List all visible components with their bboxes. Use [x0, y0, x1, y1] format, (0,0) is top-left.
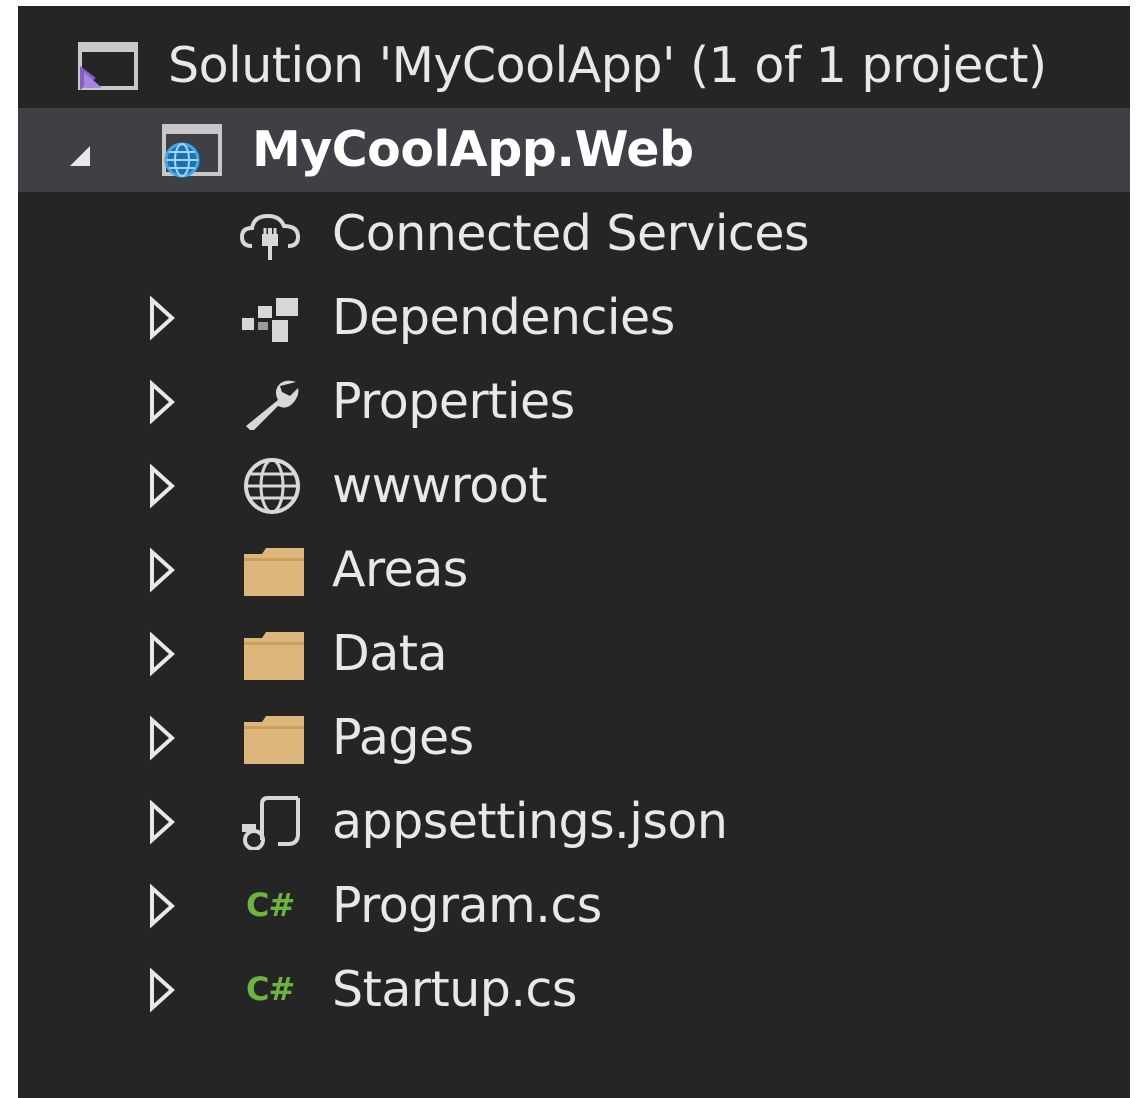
json-file-icon: [238, 794, 306, 850]
expand-arrow-icon[interactable]: [146, 948, 186, 1032]
globe-icon: [238, 458, 306, 514]
tree-item-label: Areas: [332, 541, 468, 598]
collapse-arrow-icon[interactable]: [62, 108, 102, 192]
visual-studio-solution-icon: [74, 38, 142, 94]
tree-item-label: Dependencies: [332, 289, 675, 346]
csharp-file-icon: C#: [246, 878, 314, 934]
expand-arrow-icon[interactable]: [146, 444, 186, 528]
tree-item-startup-cs[interactable]: C# Startup.cs: [18, 948, 1130, 1032]
tree-item-label: Pages: [332, 709, 474, 766]
expand-arrow-icon[interactable]: [146, 612, 186, 696]
csharp-badge: C#: [246, 886, 295, 924]
expand-arrow-icon[interactable]: [146, 528, 186, 612]
tree-item-properties[interactable]: Properties: [18, 360, 1130, 444]
tree-item-appsettings-json[interactable]: appsettings.json: [18, 780, 1130, 864]
dependencies-icon: [238, 290, 306, 346]
tree-item-areas[interactable]: Areas: [18, 528, 1130, 612]
folder-icon: [242, 626, 310, 682]
tree-item-label: Program.cs: [332, 877, 602, 934]
tree-item-pages[interactable]: Pages: [18, 696, 1130, 780]
wrench-icon: [238, 374, 306, 430]
folder-icon: [242, 710, 310, 766]
solution-label: Solution 'MyCoolApp' (1 of 1 project): [168, 37, 1047, 94]
project-label: MyCoolApp.Web: [252, 121, 694, 178]
solution-explorer-panel: Solution 'MyCoolApp' (1 of 1 project) My…: [18, 6, 1130, 1098]
tree-item-label: Connected Services: [332, 205, 810, 262]
tree-item-connected-services[interactable]: Connected Services: [18, 192, 1130, 276]
solution-node[interactable]: Solution 'MyCoolApp' (1 of 1 project): [18, 24, 1130, 108]
tree-item-data[interactable]: Data: [18, 612, 1130, 696]
tree-item-label: Properties: [332, 373, 575, 430]
folder-icon: [242, 542, 310, 598]
tree-item-label: wwwroot: [332, 457, 547, 514]
tree-item-label: Startup.cs: [332, 961, 577, 1018]
expand-arrow-icon[interactable]: [146, 276, 186, 360]
tree-item-label: appsettings.json: [332, 793, 728, 850]
project-node[interactable]: MyCoolApp.Web: [18, 108, 1130, 192]
tree-item-wwwroot[interactable]: wwwroot: [18, 444, 1130, 528]
csharp-badge: C#: [246, 970, 295, 1008]
expand-arrow-icon[interactable]: [146, 696, 186, 780]
web-project-icon: [156, 122, 224, 178]
csharp-file-icon: C#: [246, 962, 314, 1018]
expand-arrow-icon[interactable]: [146, 780, 186, 864]
expand-arrow-icon[interactable]: [146, 360, 186, 444]
expand-arrow-icon[interactable]: [146, 864, 186, 948]
tree-item-dependencies[interactable]: Dependencies: [18, 276, 1130, 360]
tree-item-program-cs[interactable]: C# Program.cs: [18, 864, 1130, 948]
connected-services-icon: [238, 206, 306, 262]
tree-item-label: Data: [332, 625, 448, 682]
